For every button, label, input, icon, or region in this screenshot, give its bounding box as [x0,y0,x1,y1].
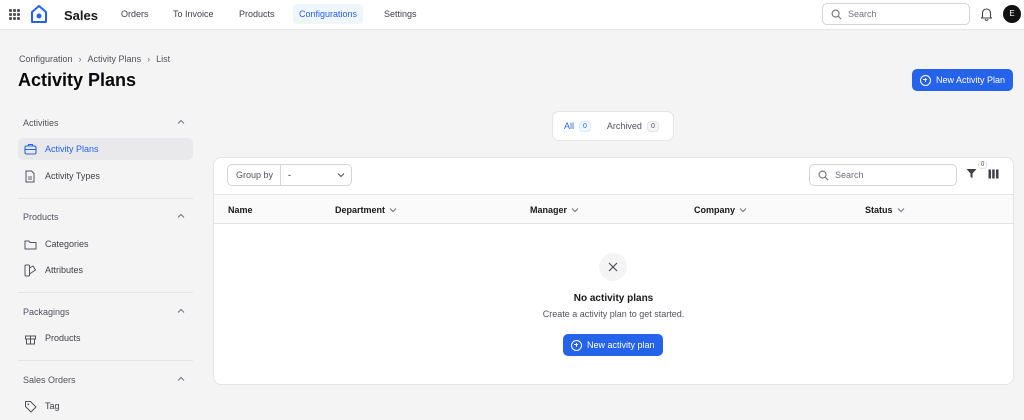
briefcase-icon [24,143,37,155]
sidebar-item-label: Activity Plans [45,144,99,154]
empty-state-icon [599,253,627,281]
swatch-icon [24,264,37,276]
sidebar-divider [18,360,193,361]
tab-all[interactable]: All 0 [558,116,597,136]
gift-icon [25,335,36,344]
tab-archived[interactable]: Archived 0 [601,116,665,136]
chevron-up-icon[interactable] [177,212,185,220]
group-by-selected: - [288,170,291,180]
new-activity-plan-button[interactable]: New Activity Plan [912,69,1014,91]
group-by-label: Group by [228,165,281,185]
new-activity-plan-label: New Activity Plan [936,75,1006,85]
column-header-status[interactable]: Status [865,205,905,215]
tab-count-badge: 0 [579,120,591,132]
filter-icon[interactable] [966,168,977,179]
top-navbar: Sales Orders To Invoice Products Configu… [0,0,1024,30]
sidebar-item-label: Products [45,333,81,343]
sidebar-item-categories[interactable]: Categories [18,233,193,255]
column-header-department[interactable]: Department [335,205,397,215]
sidebar-item-activity-plans[interactable]: Activity Plans [18,138,193,160]
empty-state-new-button[interactable]: New activity plan [563,334,663,356]
sidebar-group-products[interactable]: Products [23,212,59,222]
sidebar-item-label: Activity Types [45,171,100,181]
app-name: Sales [64,8,98,23]
group-by-select[interactable]: Group by - [227,164,352,186]
top-search-placeholder: Search [848,9,877,19]
user-avatar[interactable]: E [1003,5,1021,23]
columns-icon[interactable] [988,169,999,179]
sidebar-item-label: Categories [45,239,89,249]
bell-icon[interactable] [980,7,993,21]
column-label: Company [694,205,736,215]
column-label: Name [228,205,253,215]
app-grid-icon[interactable] [9,9,20,20]
nav-to-invoice[interactable]: To Invoice [167,4,220,24]
column-header-company[interactable]: Company [694,205,747,215]
chevron-down-icon [337,173,345,178]
chevron-down-icon [897,208,904,213]
empty-state-subtitle: Create a activity plan to get started. [542,309,685,319]
sidebar-divider [18,292,193,293]
document-icon [25,170,35,182]
sidebar-item-activity-types[interactable]: Activity Types [18,165,193,187]
breadcrumb: Configuration › Activity Plans › List [19,54,170,64]
view-tabs: All 0 Archived 0 [552,111,674,141]
breadcrumb-configuration[interactable]: Configuration [19,54,73,64]
column-header-manager[interactable]: Manager [530,205,579,215]
sidebar-divider [18,198,193,199]
column-label: Status [865,205,893,215]
top-search-input[interactable]: Search [822,3,970,25]
column-header-name[interactable]: Name [228,205,253,215]
group-by-value[interactable]: - [281,165,351,185]
table-search-placeholder: Search [835,170,864,180]
chevron-right-icon: › [78,54,82,64]
close-icon [608,262,618,272]
page-title: Activity Plans [18,70,137,90]
sidebar-item-attributes[interactable]: Attributes [18,259,193,281]
sidebar-group-activities[interactable]: Activities [23,118,59,128]
plus-circle-icon [571,339,582,351]
nav-configurations[interactable]: Configurations [293,4,364,24]
chevron-down-icon [389,208,397,213]
sidebar-item-label: Attributes [45,265,84,275]
nav-orders[interactable]: Orders [115,4,155,24]
tab-label: All [564,121,575,131]
folder-icon [24,240,37,249]
nav-settings[interactable]: Settings [378,4,423,24]
app-logo-icon[interactable] [31,5,47,23]
chevron-right-icon: › [147,54,151,64]
sidebar-item-tag[interactable]: Tag [18,395,193,417]
sidebar-group-sales-orders[interactable]: Sales Orders [23,375,76,385]
table-panel: Group by - Search 0 Name Department Mana… [213,157,1014,385]
table-search-input[interactable]: Search [809,164,957,186]
sidebar-item-packaging-products[interactable]: Products [18,327,193,349]
nav-products[interactable]: Products [233,4,281,24]
chevron-down-icon [571,208,579,213]
breadcrumb-list: List [156,54,171,64]
sidebar-group-packagings[interactable]: Packagings [23,307,70,317]
chevron-up-icon[interactable] [177,118,185,126]
column-label: Department [335,205,386,215]
chevron-up-icon[interactable] [177,375,185,383]
tag-icon [25,400,37,412]
table-header: Name Department Manager Company Status [214,194,1013,224]
empty-state-button-label: New activity plan [587,340,655,350]
chevron-up-icon[interactable] [177,307,185,315]
empty-state-title: No activity plans [573,293,654,304]
search-icon [818,170,829,181]
breadcrumb-activity-plans[interactable]: Activity Plans [88,54,142,64]
filter-count-badge: 0 [978,161,988,169]
chevron-down-icon [739,208,747,213]
tab-count-badge: 0 [646,120,659,132]
column-label: Manager [530,205,568,215]
search-icon [831,9,842,20]
tab-label: Archived [606,121,642,131]
sidebar-item-label: Tag [45,401,60,411]
plus-circle-icon [920,74,931,86]
